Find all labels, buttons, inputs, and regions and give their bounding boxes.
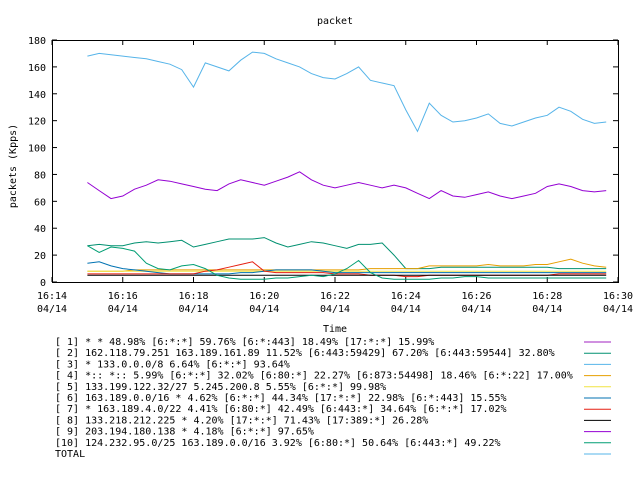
x-tick-label-time: 16:28 — [532, 291, 562, 302]
x-tick-label-date: 04/14 — [108, 304, 138, 315]
x-tick-label-date: 04/14 — [320, 304, 350, 315]
legend-entry-11: TOTAL — [55, 449, 85, 460]
chart: packet packets (Kpps) Time 0 20 40 60 80 100 1… — [8, 16, 633, 460]
y-tick-label: 40 — [34, 224, 46, 235]
y-tick-label: 80 — [34, 170, 46, 181]
legend-entry-10: [10] 124.232.95.0/25 163.189.0.0/16 3.92… — [55, 438, 501, 449]
legend-entry-8: [ 8] 133.218.212.225 * 4.20% [17:*:*] 71… — [55, 415, 428, 426]
series-lines — [87, 51, 607, 280]
y-tick-label: 100 — [28, 144, 46, 155]
legend-entry-4: [ 4] *:: *:: 5.99% [6:*:*] 32.02% [6:80:… — [55, 371, 573, 382]
y-tick-label: 140 — [28, 90, 46, 101]
chart-title: packet — [317, 16, 353, 27]
y-tick-label: 0 — [40, 278, 46, 289]
legend-entry-6: [ 6] 163.189.0.0/16 * 4.62% [6:*:*] 44.3… — [55, 393, 507, 404]
x-tick-label-time: 16:20 — [249, 291, 279, 302]
legend-entry-9: [ 9] 203.194.180.138 * 4.18% [6:*:*] 97.… — [55, 427, 314, 438]
legend-entry-1: [ 1] * * 48.98% [6:*:*] 59.76% [6:*:443]… — [55, 337, 434, 348]
x-tick-label-time: 16:30 — [603, 291, 633, 302]
y-tick-label: 20 — [34, 251, 46, 262]
x-tick-label-date: 04/14 — [37, 304, 67, 315]
x-tick-label-time: 16:24 — [391, 291, 421, 302]
x-tick-label-date: 04/14 — [603, 304, 633, 315]
series-line-9 — [87, 171, 607, 200]
legend-entry-3: [ 3] * 133.0.0.0/8 6.64% [6:*:*] 93.64% — [55, 359, 290, 370]
legend-entry-7: [ 7] * 163.189.4.0/22 4.41% [6:80:*] 42.… — [55, 404, 507, 415]
x-axis-label: Time — [323, 324, 347, 335]
x-tick-label-time: 16:22 — [320, 291, 350, 302]
x-tick-label-date: 04/14 — [461, 304, 491, 315]
y-axis-label: packets (Kpps) — [8, 124, 19, 208]
x-tick-label-date: 04/14 — [249, 304, 279, 315]
x-tick-label-time: 16:26 — [461, 291, 491, 302]
legend-entry-5: [ 5] 133.199.122.32/27 5.245.200.8 5.55%… — [55, 382, 386, 393]
y-tick-label: 60 — [34, 197, 46, 208]
x-tick-label-time: 16:14 — [37, 291, 67, 302]
y-tick-label: 160 — [28, 63, 46, 74]
x-tick-label-date: 04/14 — [532, 304, 562, 315]
x-tick-label-time: 16:16 — [108, 291, 138, 302]
series-line-2 — [87, 237, 607, 270]
y-tick-label: 180 — [28, 36, 46, 47]
legend: [ 1] * * 48.98% [6:*:*] 59.76% [6:*:443]… — [55, 337, 611, 460]
x-tick-label-time: 16:18 — [178, 291, 208, 302]
y-tick-label: 120 — [28, 117, 46, 128]
x-tick-label-date: 04/14 — [391, 304, 421, 315]
series-line-6 — [87, 261, 607, 275]
legend-entry-2: [ 2] 162.118.79.251 163.189.161.89 11.52… — [55, 348, 555, 359]
series-line-3 — [87, 51, 607, 133]
x-tick-label-date: 04/14 — [178, 304, 208, 315]
